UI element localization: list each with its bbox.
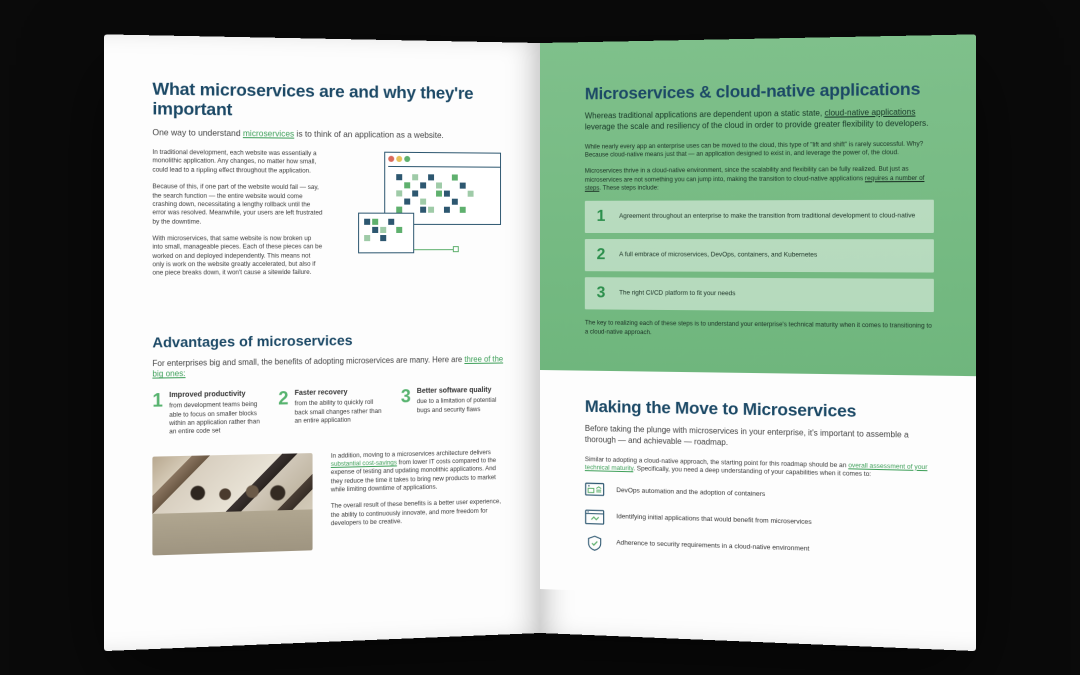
open-book: What microservices are and why they're i… [110,43,970,633]
advantage-number: 1 [152,390,163,437]
step-text: A full embrace of microservices, DevOps,… [619,251,921,261]
microservices-diagram [358,151,507,263]
link-microservices[interactable]: microservices [243,128,294,138]
left-bp1: In addition, moving to a microservices a… [331,448,507,495]
green-p1: While nearly every app an enterprise use… [585,139,934,159]
page-right: Microservices & cloud-native application… [540,34,976,651]
lead-text-a: One way to understand [152,127,242,137]
advantages-lead: For enterprises big and small, the benef… [152,354,506,380]
containers-icon [585,482,605,500]
lead-text-b: is to think of an application as a websi… [294,129,444,140]
green-p2-a: Microservices thrive in a cloud-native e… [585,165,909,183]
team-meeting-photo [152,452,312,554]
step-row: 3 The right CI/CD platform to fit your n… [585,277,934,312]
step-number: 2 [597,247,606,263]
capability-row: Identifying initial applications that wo… [585,508,934,536]
app-window-icon [585,508,605,526]
left-p1: In traditional development, each website… [152,148,322,175]
advantage-number: 3 [401,386,411,432]
left-bp2: The overall result of these benefits is … [331,498,507,528]
capability-row: Adherence to security requirements in a … [585,534,934,563]
link-cloud-native[interactable]: cloud-native applications [825,107,916,117]
green-closing: The key to realizing each of these steps… [585,319,934,339]
advantage-number: 2 [278,388,288,434]
capability-row: DevOps automation and the adoption of co… [585,482,934,509]
step-number: 1 [597,209,606,225]
advantage-title: Improved productivity [169,389,264,400]
green-lead: Whereas traditional applications are dep… [585,107,934,133]
advantage-item: 1 Improved productivity from development… [152,389,263,437]
advantages-heading: Advantages of microservices [152,329,506,352]
lower-lead: Before taking the plunge with microservi… [585,424,934,453]
capability-text: Identifying initial applications that wo… [616,513,811,528]
page-left: What microservices are and why they're i… [104,34,540,651]
step-text: The right CI/CD platform to fit your nee… [619,289,921,300]
advantage-item: 3 Better software quality due to a limit… [401,385,507,432]
green-p2-b: . These steps include: [599,184,658,191]
step-row: 2 A full embrace of microservices, DevOp… [585,239,934,273]
green-p2: Microservices thrive in a cloud-native e… [585,165,934,193]
lower-section: Making the Move to Microservices Before … [540,370,976,605]
capability-text: Adherence to security requirements in a … [616,539,809,554]
adv-lead-a: For enterprises big and small, the benef… [152,354,464,367]
step-number: 3 [597,285,606,301]
green-section: Microservices & cloud-native application… [540,34,976,376]
left-p3: With microservices, that same website is… [152,235,322,278]
step-row: 1 Agreement throughout an enterprise to … [585,200,934,233]
advantage-title: Faster recovery [295,387,387,398]
advantages-list: 1 Improved productivity from development… [152,385,506,437]
advantage-body: from development teams being able to foc… [169,400,260,435]
shield-check-icon [585,534,605,552]
step-text: Agreement throughout an enterprise to ma… [619,212,921,221]
advantage-item: 2 Faster recovery from the ability to qu… [278,387,387,435]
lower-heading: Making the Move to Microservices [585,396,934,422]
advantage-title: Better software quality [417,385,507,396]
left-heading: What microservices are and why they're i… [152,78,506,122]
left-p2: Because of this, if one part of the webs… [152,183,322,227]
left-lead: One way to understand microservices is t… [152,126,506,141]
advantage-body: due to a limitation of potential bugs an… [417,396,496,413]
green-heading: Microservices & cloud-native application… [585,78,934,103]
advantage-body: from the ability to quickly roll back sm… [295,398,382,424]
capability-text: DevOps automation and the adoption of co… [616,487,765,500]
green-lead-a: Whereas traditional applications are dep… [585,108,825,120]
lower-p: Similar to adopting a cloud-native appro… [585,455,934,481]
link-cost-savings[interactable]: substantial cost-savings [331,459,397,468]
